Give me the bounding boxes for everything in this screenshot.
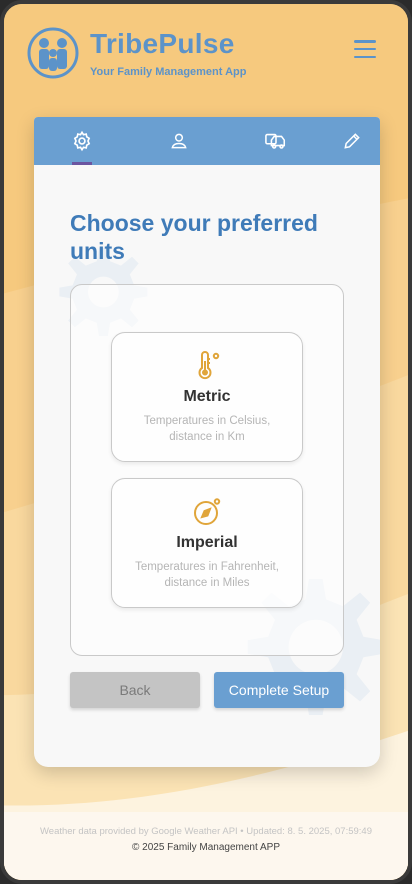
complete-setup-button[interactable]: Complete Setup bbox=[214, 672, 344, 708]
family-logo-icon bbox=[27, 27, 79, 79]
app-tagline: Your Family Management App bbox=[90, 66, 247, 78]
setup-tabs bbox=[34, 117, 380, 165]
weather-attribution: Weather data provided by Google Weather … bbox=[39, 826, 372, 837]
unit-options-container: Metric Temperatures in Celsius, distance… bbox=[70, 284, 344, 656]
page-title: Choose your preferred units bbox=[70, 210, 318, 264]
app-name: TribePulse bbox=[90, 28, 235, 59]
compass-icon bbox=[194, 498, 221, 525]
app-header: TribePulse Your Family Management App bbox=[4, 4, 408, 104]
tab-edit[interactable] bbox=[332, 117, 372, 165]
metric-description: Temperatures in Celsius, distance in Km bbox=[143, 415, 271, 443]
tab-profile[interactable] bbox=[159, 117, 199, 165]
metric-label: Metric bbox=[183, 388, 231, 405]
tab-settings[interactable] bbox=[62, 117, 102, 165]
footer: Weather data provided by Google Weather … bbox=[4, 826, 408, 853]
pencil-icon bbox=[344, 133, 360, 149]
gear-icon bbox=[73, 130, 91, 152]
thermometer-icon bbox=[198, 351, 220, 380]
app-frame: TribePulse Your Family Management App Ch… bbox=[0, 0, 412, 884]
person-icon bbox=[171, 133, 187, 149]
copyright: © 2025 Family Management APP bbox=[132, 842, 280, 853]
metric-option[interactable]: Metric Temperatures in Celsius, distance… bbox=[111, 332, 303, 462]
back-button[interactable]: Back bbox=[70, 672, 200, 708]
hamburger-menu-icon[interactable] bbox=[354, 40, 376, 58]
vehicles-icon bbox=[265, 133, 286, 149]
imperial-option[interactable]: Imperial Temperatures in Fahrenheit, dis… bbox=[111, 478, 303, 608]
imperial-description: Temperatures in Fahrenheit, distance in … bbox=[135, 561, 279, 589]
setup-card: Choose your preferred units Metric Tempe… bbox=[34, 117, 380, 767]
tab-vehicles[interactable] bbox=[256, 117, 296, 165]
active-tab-indicator bbox=[72, 162, 92, 165]
imperial-label: Imperial bbox=[176, 534, 238, 551]
